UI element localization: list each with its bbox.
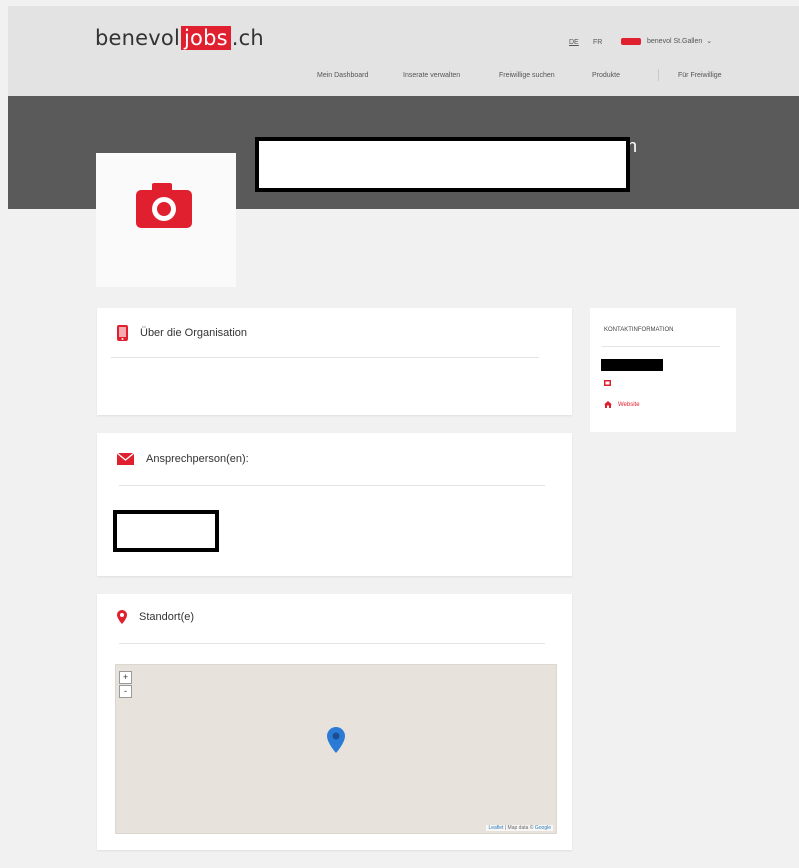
location-map[interactable]: + - Leaflet | Map data © Google [115, 664, 557, 834]
user-label: benevol St.Gallen [647, 37, 703, 45]
contact-persons-title: Ansprechperson(en): [146, 453, 249, 465]
envelope-icon [117, 453, 134, 465]
about-title: Über die Organisation [140, 327, 248, 339]
contact-persons-card: Ansprechperson(en): [97, 433, 572, 576]
nav-divider [658, 69, 659, 81]
map-attribution: Leaflet | Map data © Google [486, 825, 553, 831]
contact-persons-divider [119, 485, 545, 486]
mail-icon[interactable] [604, 380, 611, 386]
map-data-label: | Map data © [503, 825, 535, 831]
logo-text-pre: benevol [95, 26, 180, 50]
user-flag-icon [621, 37, 641, 45]
logo-text-highlight: jobs [181, 26, 231, 50]
contact-persons-header: Ansprechperson(en): [117, 453, 249, 465]
top-header: benevol jobs .ch DE FR benevol St.Gallen ⌄… [8, 6, 799, 96]
nav-dashboard[interactable]: Mein Dashboard [317, 72, 368, 79]
google-link[interactable]: Google [535, 825, 551, 831]
redacted-contact-name [113, 510, 219, 552]
site-logo[interactable]: benevol jobs .ch [95, 26, 264, 50]
zoom-out-button[interactable]: - [119, 685, 132, 698]
map-pin-icon[interactable] [327, 727, 345, 753]
about-card: Über die Organisation [97, 308, 572, 415]
home-icon [604, 401, 612, 408]
website-link[interactable]: Website [604, 401, 640, 408]
nav-for-volunteers[interactable]: Für Freiwillige [678, 72, 722, 79]
location-title: Standort(e) [139, 611, 195, 623]
zoom-in-button[interactable]: + [119, 671, 132, 684]
redacted-organization-title [255, 137, 630, 192]
logo-text-post: .ch [231, 26, 264, 50]
location-divider [119, 643, 545, 644]
leaflet-link[interactable]: Leaflet [488, 825, 503, 831]
phone-icon [117, 325, 128, 341]
nav-manage-ads[interactable]: Inserate verwalten [403, 72, 460, 79]
about-divider [111, 357, 539, 358]
nav-products[interactable]: Produkte [592, 72, 620, 79]
camera-icon [136, 183, 192, 228]
chevron-down-icon: ⌄ [706, 38, 713, 45]
user-menu[interactable]: benevol St.Gallen ⌄ [621, 37, 712, 45]
redacted-contact-info [601, 359, 663, 371]
language-de[interactable]: DE [569, 39, 579, 46]
location-card: Standort(e) + - Leaflet | Map data © Goo… [97, 594, 572, 850]
contact-info-divider [602, 346, 720, 347]
website-label: Website [618, 401, 640, 408]
contact-info-title: KONTAKTINFORMATION [604, 327, 674, 333]
location-header: Standort(e) [117, 610, 194, 624]
language-fr[interactable]: FR [593, 39, 602, 46]
nav-find-volunteers[interactable]: Freiwillige suchen [499, 72, 555, 79]
about-header: Über die Organisation [117, 325, 247, 341]
organization-avatar[interactable] [96, 153, 236, 287]
map-marker-icon [117, 610, 127, 624]
contact-info-card: KONTAKTINFORMATION Website [590, 308, 736, 432]
